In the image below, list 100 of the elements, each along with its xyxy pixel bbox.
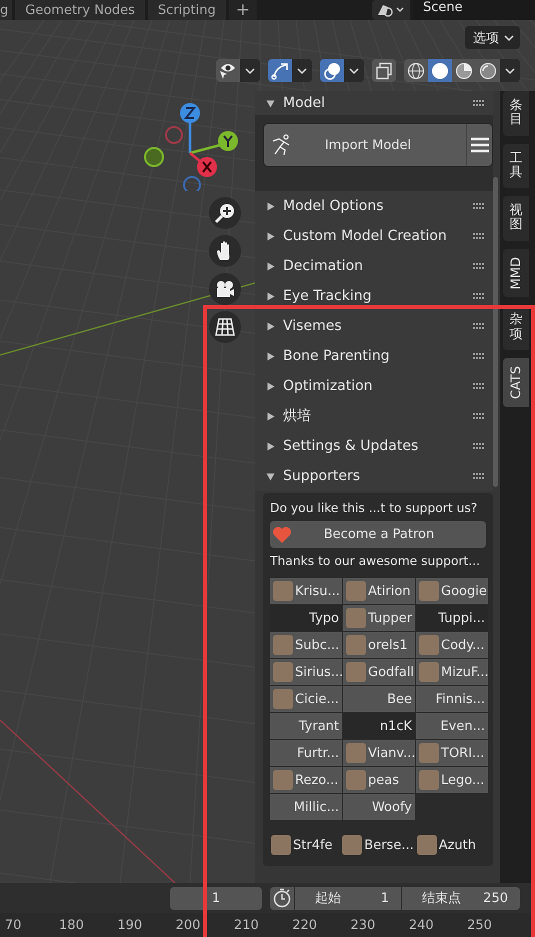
supporter-button[interactable]: Godfall [343, 659, 415, 685]
panel-header[interactable]: Visemes [255, 311, 493, 341]
menu-icon[interactable] [466, 124, 492, 166]
panel-header[interactable]: Model [255, 91, 493, 115]
become-patron-button[interactable]: Become a Patron [270, 521, 486, 548]
options-dropdown[interactable]: 选项 [465, 26, 520, 49]
scrollbar-thumb[interactable] [493, 177, 498, 487]
heart-icon [272, 526, 292, 544]
drag-handle-icon[interactable] [473, 382, 485, 390]
expand-triangle-icon [266, 412, 275, 420]
supporter-button[interactable]: orels1 [343, 632, 415, 658]
expand-triangle-icon [266, 352, 275, 360]
drag-handle-icon[interactable] [473, 262, 485, 270]
sidebar-tab[interactable]: CATS [503, 358, 529, 407]
current-frame-field[interactable]: 1 [170, 886, 262, 910]
stopwatch-icon[interactable] [270, 886, 294, 910]
sidebar-tab[interactable]: 视图 [503, 196, 529, 241]
support-question: Do you like this ...t to support us? [270, 501, 478, 515]
supporter-button[interactable]: Woofy [343, 794, 415, 820]
supporter-button[interactable]: Atirion [343, 578, 415, 604]
supporter-button[interactable]: Even... [416, 713, 488, 739]
end-frame-field[interactable]: 结束点 250 [402, 886, 520, 910]
supporter-button[interactable]: Rezo... [270, 767, 342, 793]
rendered-shading-icon[interactable] [476, 59, 500, 82]
supporter-button[interactable]: Subc... [270, 632, 342, 658]
expand-triangle-icon [266, 232, 275, 240]
expand-triangle-icon [266, 262, 275, 270]
expand-triangle-icon [266, 382, 275, 390]
supporter-button[interactable]: Cody... [416, 632, 488, 658]
workspace-tab[interactable]: Geometry Nodes [15, 0, 145, 20]
panel-header[interactable]: Supporters [255, 461, 493, 491]
supporter-button[interactable]: Lego... [416, 767, 488, 793]
supporter-button[interactable]: Furtr... [270, 740, 342, 766]
sidebar-tab[interactable]: 工具 [503, 144, 529, 188]
start-frame-field[interactable]: 起始 1 [295, 886, 401, 910]
drag-handle-icon[interactable] [473, 472, 485, 480]
drag-handle-icon[interactable] [473, 292, 485, 300]
supporter-button[interactable]: Sirius... [270, 659, 342, 685]
camera-icon[interactable] [209, 273, 241, 305]
caret-icon [504, 34, 514, 42]
panel-header[interactable]: Model Options [255, 191, 493, 221]
supporter-button[interactable]: Millic... [270, 794, 342, 820]
solid-shading-icon[interactable] [428, 59, 452, 82]
panel-title: Settings & Updates [283, 438, 420, 454]
supporter-button[interactable]: Tyrant [270, 713, 342, 739]
overlays-toggle-icon[interactable] [320, 59, 344, 82]
supporter-button[interactable]: MizuF... [416, 659, 488, 685]
xray-toggle-icon[interactable] [372, 59, 396, 82]
panel-title: Visemes [283, 318, 343, 334]
hand-icon[interactable] [209, 235, 241, 267]
frame-number: 200 [176, 918, 200, 932]
perspective-grid-icon[interactable] [209, 311, 241, 343]
drag-handle-icon[interactable] [473, 442, 485, 450]
supporter-button[interactable]: Krisu... [270, 578, 342, 604]
drag-handle-icon[interactable] [473, 232, 485, 240]
drag-handle-icon[interactable] [473, 99, 485, 107]
supporter-button[interactable]: Googie [416, 578, 488, 604]
sidebar-tab[interactable]: 条目 [503, 91, 529, 136]
sidebar-tab[interactable]: MMD [503, 248, 529, 298]
supporter-link[interactable]: Berse... [341, 832, 415, 858]
supporter-button[interactable]: Bee [343, 686, 415, 712]
panel-header[interactable]: Decimation [255, 251, 493, 281]
panel-title: Decimation [283, 258, 364, 274]
panel-header[interactable]: Bone Parenting [255, 341, 493, 371]
drag-handle-icon[interactable] [473, 412, 485, 420]
supporter-button[interactable]: Cicie... [270, 686, 342, 712]
drag-handle-icon[interactable] [473, 352, 485, 360]
add-workspace-button[interactable]: + [228, 0, 257, 20]
frame-number: 180 [59, 918, 84, 932]
panel-header[interactable]: Settings & Updates [255, 431, 493, 461]
supporter-button[interactable]: peas [343, 767, 415, 793]
scene-selector-button[interactable] [372, 0, 410, 20]
expand-triangle-icon [266, 202, 275, 210]
panel-title: Bone Parenting [283, 348, 391, 364]
supporter-button[interactable]: TORI... [416, 740, 488, 766]
workspace-tab[interactable]: Scripting [148, 0, 226, 20]
expand-triangle-icon [266, 442, 275, 450]
visibility-icon[interactable] [216, 59, 240, 82]
wireframe-shading-icon[interactable] [404, 59, 428, 82]
drag-handle-icon[interactable] [473, 322, 485, 330]
panel-title: Model [283, 95, 326, 111]
supporter-button[interactable]: Vianv... [343, 740, 415, 766]
material-shading-icon[interactable] [452, 59, 476, 82]
collapse-triangle-icon [266, 98, 275, 108]
frame-number: 220 [292, 918, 318, 932]
drag-handle-icon[interactable] [473, 202, 485, 210]
thanks-text: Thanks to our awesome support... [270, 554, 482, 568]
zoom-icon[interactable] [209, 197, 241, 229]
supporter-link[interactable]: Str4fe [270, 832, 340, 858]
frame-number: 70 [4, 918, 22, 932]
supporter-link[interactable]: Azuth [416, 832, 486, 858]
workspace-tab[interactable]: g [0, 0, 12, 20]
supporter-button[interactable]: Finnis... [416, 686, 488, 712]
supporter-button[interactable]: Tupper [343, 605, 415, 631]
panel-header[interactable]: 烘培 [255, 401, 493, 431]
gizmo-toggle-icon[interactable] [268, 59, 292, 82]
panel-header[interactable]: Optimization [255, 371, 493, 401]
import-model-button[interactable]: Import Model [264, 124, 466, 166]
panel-title: Supporters [283, 468, 362, 484]
panel-header[interactable]: Custom Model Creation [255, 221, 493, 251]
